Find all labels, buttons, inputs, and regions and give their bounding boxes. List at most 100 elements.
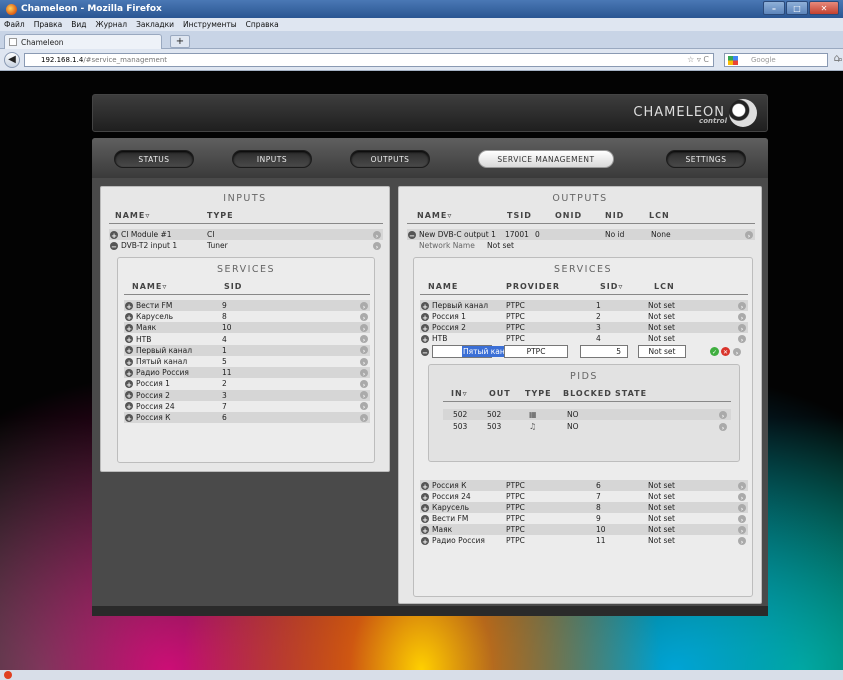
- service-sid-input[interactable]: 5: [580, 345, 628, 358]
- service-row[interactable]: + Россия К 6 ›: [124, 412, 370, 423]
- expand-icon[interactable]: +: [125, 335, 133, 344]
- expand-icon[interactable]: +: [421, 323, 429, 333]
- details-arrow-icon[interactable]: ›: [738, 301, 746, 311]
- expand-icon[interactable]: +: [421, 525, 429, 535]
- expand-icon[interactable]: +: [125, 301, 133, 311]
- cancel-icon[interactable]: ✕: [721, 347, 730, 356]
- details-arrow-icon[interactable]: ›: [719, 410, 727, 420]
- service-row[interactable]: + НТВ 4 ›: [124, 334, 370, 345]
- service-row[interactable]: + Россия 24 PTPC 7 Not set ›: [420, 491, 748, 502]
- details-arrow-icon[interactable]: ›: [360, 357, 368, 367]
- details-arrow-icon[interactable]: ›: [360, 312, 368, 322]
- oservices-col-lcn[interactable]: LCN: [654, 282, 675, 291]
- details-arrow-icon[interactable]: ›: [360, 323, 368, 333]
- details-arrow-icon[interactable]: ›: [360, 402, 368, 411]
- service-row[interactable]: + Карусель PTPC 8 Not set ›: [420, 502, 748, 513]
- pids-col-type[interactable]: TYPE: [525, 389, 552, 398]
- service-row[interactable]: + Радио Россия 11 ›: [124, 367, 370, 379]
- menu-bookmarks[interactable]: Закладки: [136, 20, 174, 29]
- oservices-col-provider[interactable]: PROVIDER: [506, 282, 560, 291]
- details-arrow-icon[interactable]: ›: [360, 346, 368, 355]
- tab-chameleon[interactable]: Chameleon: [4, 34, 162, 49]
- home-icon[interactable]: ⌂: [834, 53, 840, 64]
- details-arrow-icon[interactable]: ›: [373, 230, 381, 240]
- service-row[interactable]: + Россия К PTPC 6 Not set ›: [420, 480, 748, 491]
- url-bar-icons[interactable]: ☆ ▿ C: [687, 54, 709, 66]
- details-arrow-icon[interactable]: ›: [738, 492, 746, 502]
- details-arrow-icon[interactable]: ›: [738, 481, 746, 491]
- service-row[interactable]: + Пятый канал 5 ›: [124, 356, 370, 367]
- service-row[interactable]: + Маяк PTPC 10 Not set ›: [420, 524, 748, 535]
- details-arrow-icon[interactable]: ›: [360, 391, 368, 400]
- pids-col-in[interactable]: IN▿: [451, 389, 468, 398]
- details-arrow-icon[interactable]: ›: [738, 334, 746, 344]
- new-tab-button[interactable]: +: [170, 35, 190, 48]
- nav-status[interactable]: STATUS: [114, 150, 194, 168]
- oservices-col-name[interactable]: NAME: [428, 282, 458, 291]
- details-arrow-icon[interactable]: ›: [738, 323, 746, 333]
- service-row[interactable]: + Россия 2 PTPC 3 Not set ›: [420, 322, 748, 333]
- details-arrow-icon[interactable]: ›: [360, 335, 368, 344]
- input-row[interactable]: + CI Module #1 CI ›: [109, 229, 383, 240]
- expand-icon[interactable]: +: [125, 357, 133, 367]
- service-row[interactable]: + Радио Россия PTPC 11 Not set ›: [420, 535, 748, 546]
- menu-tools[interactable]: Инструменты: [183, 20, 237, 29]
- pids-col-blocked[interactable]: BLOCKED: [563, 389, 612, 398]
- details-arrow-icon[interactable]: ›: [360, 379, 368, 389]
- expand-icon[interactable]: +: [421, 312, 429, 322]
- menu-edit[interactable]: Правка: [34, 20, 63, 29]
- expand-icon[interactable]: +: [125, 368, 133, 378]
- outputs-col-lcn[interactable]: LCN: [649, 211, 670, 220]
- services-col-sid[interactable]: SID: [224, 282, 242, 291]
- details-arrow-icon[interactable]: ›: [733, 347, 741, 357]
- expand-icon[interactable]: +: [125, 402, 133, 411]
- pids-col-out[interactable]: OUT: [489, 389, 511, 398]
- search-input[interactable]: Google ⌕: [724, 53, 843, 67]
- network-name-value[interactable]: Not set: [487, 240, 514, 251]
- details-arrow-icon[interactable]: ›: [360, 368, 368, 378]
- back-button[interactable]: ◀: [4, 52, 20, 68]
- menu-view[interactable]: Вид: [71, 20, 86, 29]
- collapse-icon[interactable]: −: [110, 241, 118, 251]
- expand-icon[interactable]: +: [125, 323, 133, 333]
- details-arrow-icon[interactable]: ›: [738, 312, 746, 322]
- pid-row[interactable]: 502 502 ▦ NO ›: [443, 409, 731, 420]
- expand-icon[interactable]: +: [421, 492, 429, 502]
- details-arrow-icon[interactable]: ›: [738, 536, 746, 546]
- input-row[interactable]: − DVB-T2 input 1 Tuner ›: [109, 240, 383, 251]
- services-col-name[interactable]: NAME▿: [132, 282, 167, 291]
- expand-icon[interactable]: +: [421, 301, 429, 311]
- inputs-col-name[interactable]: NAME▿: [115, 211, 150, 220]
- expand-icon[interactable]: +: [421, 481, 429, 491]
- expand-icon[interactable]: +: [421, 536, 429, 546]
- service-row[interactable]: + Россия 2 3 ›: [124, 389, 370, 401]
- details-arrow-icon[interactable]: ›: [745, 230, 753, 240]
- outputs-col-tsid[interactable]: TSID: [507, 211, 532, 220]
- service-name-input[interactable]: Пятый канал: [432, 345, 516, 358]
- collapse-icon[interactable]: −: [421, 347, 429, 357]
- expand-icon[interactable]: +: [125, 346, 133, 355]
- menu-help[interactable]: Справка: [246, 20, 279, 29]
- menu-file[interactable]: Файл: [4, 20, 25, 29]
- nav-outputs[interactable]: OUTPUTS: [350, 150, 430, 168]
- service-row[interactable]: + Россия 1 PTPC 2 Not set ›: [420, 311, 748, 322]
- service-row[interactable]: + НТВ PTPC 4 Not set ›: [420, 333, 748, 344]
- expand-icon[interactable]: +: [125, 413, 133, 423]
- outputs-col-onid[interactable]: ONID: [555, 211, 582, 220]
- menu-history[interactable]: Журнал: [96, 20, 128, 29]
- details-arrow-icon[interactable]: ›: [738, 514, 746, 524]
- confirm-icon[interactable]: ✓: [710, 347, 719, 356]
- address-bar[interactable]: 192.168.1.4/#service_management ☆ ▿ C: [24, 53, 714, 67]
- outputs-col-name[interactable]: NAME▿: [417, 211, 452, 220]
- nav-inputs[interactable]: INPUTS: [232, 150, 312, 168]
- service-row[interactable]: + Россия 24 7 ›: [124, 401, 370, 412]
- oservices-col-sid[interactable]: SID▿: [600, 282, 623, 291]
- expand-icon[interactable]: +: [421, 514, 429, 524]
- inputs-col-type[interactable]: TYPE: [207, 211, 234, 220]
- details-arrow-icon[interactable]: ›: [373, 241, 381, 251]
- pids-col-state[interactable]: STATE: [615, 389, 647, 398]
- service-row[interactable]: + Россия 1 2 ›: [124, 378, 370, 389]
- pid-row[interactable]: 503 503 ♫ NO ›: [443, 421, 731, 432]
- minimize-button[interactable]: –: [763, 1, 785, 15]
- expand-icon[interactable]: +: [125, 391, 133, 400]
